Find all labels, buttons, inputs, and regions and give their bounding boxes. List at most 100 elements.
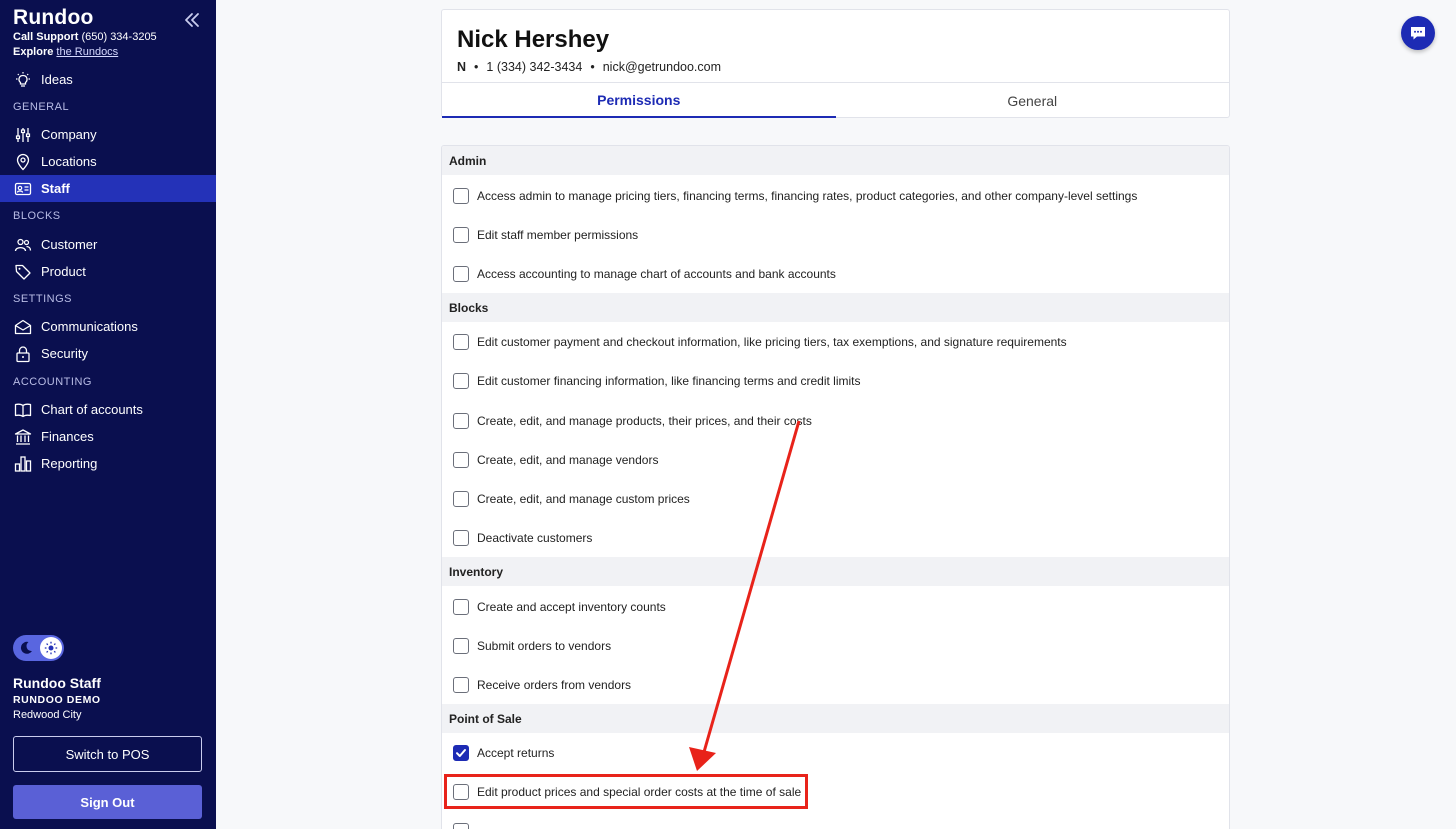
sliders-icon bbox=[15, 127, 31, 142]
brand-logo[interactable]: Rundoo bbox=[13, 6, 94, 30]
permission-checkbox[interactable] bbox=[453, 490, 469, 507]
sidebar-item-label: Chart of accounts bbox=[41, 402, 143, 417]
chat-support-button[interactable] bbox=[1401, 16, 1435, 50]
permission-row[interactable]: Create and accept inventory counts bbox=[442, 587, 1229, 626]
sidebar-item-label: Ideas bbox=[41, 72, 73, 87]
permission-row[interactable]: Create, edit, and manage custom prices bbox=[442, 479, 1229, 518]
lock-icon bbox=[16, 345, 30, 362]
permission-checkbox[interactable] bbox=[453, 333, 469, 350]
sidebar-item-product[interactable]: Product bbox=[0, 258, 216, 285]
permission-row[interactable]: Deactivate customers bbox=[442, 518, 1229, 557]
permission-checkbox[interactable] bbox=[453, 529, 469, 546]
permission-checkbox[interactable] bbox=[453, 412, 469, 429]
sidebar-item-chart-of-accounts[interactable]: Chart of accounts bbox=[0, 396, 216, 423]
sidebar-item-locations[interactable]: Locations bbox=[0, 148, 216, 175]
section-general: GENERAL bbox=[13, 101, 70, 113]
sidebar-item-staff[interactable]: Staff bbox=[0, 175, 216, 202]
page-title: Nick Hershey bbox=[457, 26, 610, 53]
bank-icon bbox=[14, 428, 32, 445]
sidebar-item-ideas[interactable]: Ideas bbox=[0, 66, 216, 93]
section-settings: SETTINGS bbox=[13, 293, 73, 305]
sidebar-item-label: Customer bbox=[41, 237, 98, 252]
group-header-inventory: Inventory bbox=[442, 557, 1229, 586]
chat-bubble-icon bbox=[1411, 27, 1425, 40]
rundocs-link[interactable]: the Rundocs bbox=[56, 46, 118, 58]
group-header-point-of-sale: Point of Sale bbox=[442, 704, 1229, 733]
permission-checkbox[interactable] bbox=[453, 637, 469, 654]
sidebar: Rundoo Call Support (650) 334-3205 Explo… bbox=[0, 0, 216, 829]
separator-dot: • bbox=[474, 60, 479, 74]
user-organization: RUNDOO DEMO bbox=[13, 694, 101, 706]
permission-label: Submit orders to vendors bbox=[477, 638, 612, 653]
permission-checkbox[interactable] bbox=[453, 187, 469, 204]
sidebar-item-label: Locations bbox=[41, 154, 97, 169]
permission-row[interactable]: Create, edit, and manage products, their… bbox=[442, 401, 1229, 440]
permission-label: Edit customer payment and checkout infor… bbox=[477, 334, 1067, 349]
bar-chart-icon bbox=[14, 455, 32, 472]
envelope-open-icon bbox=[14, 319, 32, 334]
permission-label: Access admin to manage pricing tiers, fi… bbox=[477, 188, 1138, 203]
sign-out-button[interactable]: Sign Out bbox=[13, 785, 202, 819]
user-city: Redwood City bbox=[13, 709, 82, 721]
book-open-icon bbox=[14, 403, 32, 417]
annotation-highlight-box bbox=[444, 774, 808, 809]
permission-row[interactable]: Accept returns bbox=[442, 733, 1229, 772]
separator-dot: • bbox=[590, 60, 595, 74]
sidebar-item-label: Finances bbox=[41, 429, 94, 444]
permission-label: Create, edit, and manage products, their… bbox=[477, 413, 812, 428]
section-blocks: BLOCKS bbox=[13, 210, 61, 222]
permission-checkbox[interactable] bbox=[453, 372, 469, 389]
sidebar-item-customer[interactable]: Customer bbox=[0, 231, 216, 258]
sidebar-item-security[interactable]: Security bbox=[0, 340, 216, 367]
users-icon bbox=[14, 238, 32, 251]
permission-row[interactable]: Edit customer payment and checkout infor… bbox=[442, 322, 1229, 361]
tab-general[interactable]: General bbox=[836, 83, 1230, 118]
lightbulb-icon bbox=[16, 71, 30, 87]
sidebar-item-label: Security bbox=[41, 346, 88, 361]
staff-email: nick@getrundoo.com bbox=[602, 60, 722, 74]
theme-toggle[interactable] bbox=[13, 635, 64, 661]
permission-row[interactable]: Receive orders from vendors bbox=[442, 665, 1229, 704]
sidebar-item-company[interactable]: Company bbox=[0, 121, 216, 148]
group-header-blocks: Blocks bbox=[442, 293, 1229, 322]
tag-icon bbox=[15, 264, 31, 280]
permission-checkbox-checked[interactable] bbox=[453, 744, 469, 761]
permission-checkbox[interactable] bbox=[453, 676, 469, 693]
sidebar-item-reporting[interactable]: Reporting bbox=[0, 450, 216, 477]
permission-label: Edit customer financing information, lik… bbox=[477, 373, 861, 388]
permission-row[interactable]: Access accounting to manage chart of acc… bbox=[442, 254, 1229, 293]
permission-label: Create and accept inventory counts bbox=[477, 599, 666, 614]
permission-row[interactable]: Edit staff member permissions bbox=[442, 215, 1229, 254]
permission-label: Receive orders from vendors bbox=[477, 677, 632, 692]
permission-checkbox[interactable] bbox=[453, 598, 469, 615]
permission-row[interactable]: Edit customer financing information, lik… bbox=[442, 361, 1229, 400]
sun-icon bbox=[44, 641, 58, 655]
switch-to-pos-button[interactable]: Switch to POS bbox=[13, 736, 202, 772]
tab-bar: Permissions General bbox=[442, 82, 1229, 118]
permissions-panel: Admin Access admin to manage pricing tie… bbox=[441, 145, 1230, 829]
permission-checkbox[interactable] bbox=[453, 265, 469, 282]
map-pin-icon bbox=[16, 153, 30, 170]
section-accounting: ACCOUNTING bbox=[13, 376, 92, 388]
permission-label: Access accounting to manage chart of acc… bbox=[477, 266, 836, 281]
permission-row[interactable]: Submit orders to vendors bbox=[442, 626, 1229, 665]
permission-row[interactable]: Create, edit, and manage vendors bbox=[442, 440, 1229, 479]
sidebar-item-communications[interactable]: Communications bbox=[0, 313, 216, 340]
permission-row-partial[interactable] bbox=[442, 811, 1229, 829]
collapse-sidebar-icon[interactable] bbox=[182, 10, 202, 30]
permission-label: Deactivate customers bbox=[477, 530, 593, 545]
tab-permissions[interactable]: Permissions bbox=[442, 83, 836, 118]
permission-checkbox[interactable] bbox=[453, 226, 469, 243]
staff-header-card: Nick Hershey N • 1 (334) 342-3434 • nick… bbox=[441, 9, 1230, 118]
support-phone[interactable]: (650) 334-3205 bbox=[81, 31, 156, 43]
permission-checkbox[interactable] bbox=[453, 822, 469, 829]
moon-icon bbox=[20, 641, 32, 654]
permission-label: Create, edit, and manage vendors bbox=[477, 452, 659, 467]
sidebar-item-label: Product bbox=[41, 264, 86, 279]
permission-row[interactable]: Access admin to manage pricing tiers, fi… bbox=[442, 176, 1229, 215]
permission-checkbox[interactable] bbox=[453, 451, 469, 468]
group-header-admin: Admin bbox=[442, 146, 1229, 175]
sidebar-item-finances[interactable]: Finances bbox=[0, 423, 216, 450]
staff-initial: N bbox=[457, 60, 467, 74]
explore-label: Explore bbox=[13, 46, 54, 58]
